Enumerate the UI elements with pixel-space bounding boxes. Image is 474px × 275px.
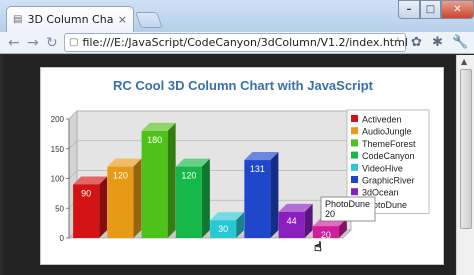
legend-swatch xyxy=(351,127,358,135)
browser-toolbar: ← → ↻ ▢ file:///E:/JavaScript/CodeCanyon… xyxy=(0,32,474,54)
y-tick-label: 150 xyxy=(51,145,65,154)
legend-swatch xyxy=(351,151,358,159)
browser-tab[interactable]: ▤ 3D Column Chart × xyxy=(6,6,134,32)
address-bar[interactable]: ▢ file:///E:/JavaScript/CodeCanyon/3dCol… xyxy=(64,33,408,52)
legend-label-codecanyon: CodeCanyon xyxy=(362,151,415,161)
scroll-thumb[interactable] xyxy=(460,69,472,229)
minimize-button[interactable]: – xyxy=(398,0,420,19)
legend-label-3docean: 3dOcean xyxy=(362,188,399,198)
close-window-button[interactable]: ✕ xyxy=(441,0,474,19)
scroll-up-icon[interactable]: ▲ xyxy=(461,57,467,66)
maximize-button[interactable]: □ xyxy=(420,0,441,19)
legend-swatch xyxy=(351,139,358,147)
hand-cursor-icon: ☝ xyxy=(314,240,322,255)
column-value-label: 120 xyxy=(181,171,196,181)
star-icon[interactable]: ☆ xyxy=(392,35,404,50)
column-value-label: 131 xyxy=(250,164,265,174)
reload-icon[interactable]: ↻ xyxy=(46,35,58,51)
column-value-label: 90 xyxy=(81,188,91,198)
extension-icon[interactable]: ✱ xyxy=(432,35,443,50)
legend-label-videohive: VideoHive xyxy=(362,163,403,173)
column-side xyxy=(270,152,279,238)
legend-label-activeden: Activeden xyxy=(362,115,402,125)
column-value-label: 30 xyxy=(218,224,228,234)
legend-swatch xyxy=(351,176,358,183)
legend-label-graphicriver: GraphicRiver xyxy=(362,176,415,186)
legend-label-themeforest: ThemeForest xyxy=(362,139,416,149)
chart-panel: RC Cool 3D Column Chart with JavaScript … xyxy=(40,67,444,265)
new-tab-button[interactable] xyxy=(135,12,163,28)
column-side xyxy=(167,122,176,238)
tooltip-label: PhotoDune xyxy=(325,199,370,209)
wrench-icon[interactable]: 🔧 xyxy=(452,35,468,50)
page-icon: ▢ xyxy=(69,37,79,48)
column-value-label: 120 xyxy=(113,171,128,181)
column-side xyxy=(99,176,108,238)
column-value-label: 180 xyxy=(147,135,162,145)
column-side xyxy=(133,158,142,238)
back-icon[interactable]: ← xyxy=(8,35,20,51)
legend-swatch xyxy=(351,188,358,196)
tab-close-icon[interactable]: × xyxy=(118,13,127,26)
column-chart: 0 50 100 150 200 90 120 180 120 30 131 44 20 Activede… xyxy=(51,109,430,255)
legend-swatch xyxy=(351,115,358,122)
extension-icon[interactable]: ✿ xyxy=(411,35,422,50)
vertical-scrollbar[interactable]: ▲ xyxy=(456,55,474,275)
column-value-label: 44 xyxy=(287,216,297,226)
legend-swatch xyxy=(351,163,358,171)
column-value-label: 20 xyxy=(321,230,331,240)
y-tick-label: 50 xyxy=(55,204,64,213)
y-tick-label: 0 xyxy=(60,234,65,243)
column-themeforest xyxy=(141,130,168,238)
y-tick-label: 200 xyxy=(51,115,65,124)
legend-label-audiojungle: AudioJungle xyxy=(362,127,412,137)
forward-icon[interactable]: → xyxy=(27,35,39,51)
column-side xyxy=(201,158,210,238)
title-bar: ▤ 3D Column Chart × – □ ✕ xyxy=(0,0,474,32)
url-text: file:///E:/JavaScript/CodeCanyon/3dColum… xyxy=(82,36,408,49)
page-icon: ▤ xyxy=(13,14,23,25)
tab-title: 3D Column Chart xyxy=(27,13,113,26)
tooltip-value: 20 xyxy=(325,209,335,219)
y-tick-label: 100 xyxy=(51,175,65,184)
